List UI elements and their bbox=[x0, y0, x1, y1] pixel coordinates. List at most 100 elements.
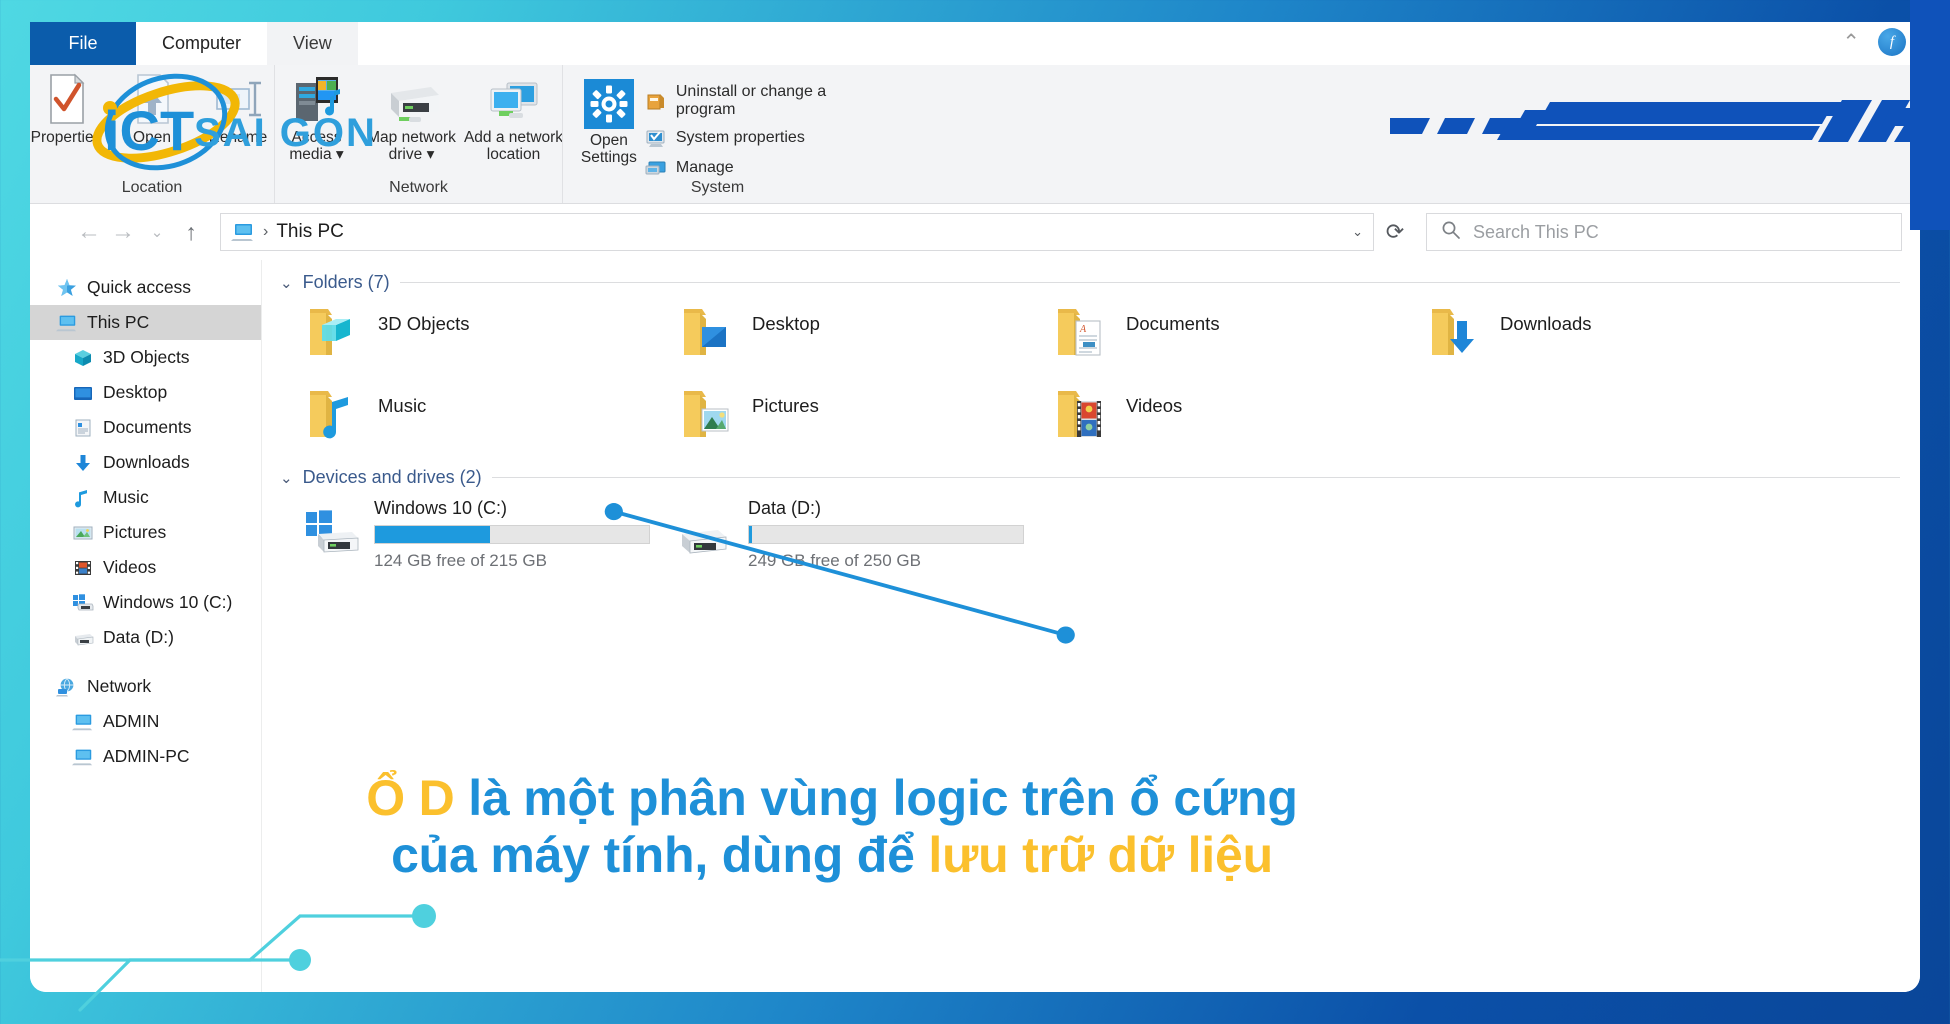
drive-item[interactable]: Data (D:) 249 GB free of 250 GB bbox=[654, 494, 1028, 571]
sidebar-item-3d-objects[interactable]: 3D Objects bbox=[30, 340, 261, 375]
folder-item[interactable]: Videos bbox=[1028, 381, 1402, 463]
ribbon: Properties Open Rename Location Access m… bbox=[30, 65, 1920, 204]
desktop-icon bbox=[72, 382, 94, 404]
sidebar-item-admin-pc[interactable]: ADMIN-PC bbox=[30, 739, 261, 774]
folders-group-title: Folders (7) bbox=[302, 272, 390, 292]
search-box[interactable]: Search This PC bbox=[1426, 213, 1902, 251]
ribbon-filler bbox=[872, 65, 1920, 203]
add-network-location-button[interactable]: Add a network location bbox=[464, 73, 564, 164]
sidebar-item-data-d[interactable]: Data (D:) bbox=[30, 620, 261, 655]
windows-drive-icon bbox=[304, 508, 360, 558]
capacity-bar bbox=[748, 525, 1024, 544]
folder-name: Documents bbox=[1126, 313, 1220, 334]
caption-text: Ổ D là một phân vùng logic trên ổ cứng c… bbox=[30, 770, 1652, 884]
chevron-down-icon[interactable]: ⌄ bbox=[280, 469, 293, 487]
collapse-ribbon-icon[interactable]: ⌃ bbox=[1842, 32, 1860, 53]
properties-icon bbox=[43, 73, 89, 125]
add-network-location-icon bbox=[483, 73, 545, 125]
ribbon-group-label-network: Network bbox=[389, 179, 448, 196]
up-button[interactable]: ↑ bbox=[174, 219, 208, 246]
map-network-drive-button[interactable]: Map network drive ▾ bbox=[362, 73, 462, 164]
ribbon-group-location: Properties Open Rename Location bbox=[30, 65, 274, 203]
rename-icon bbox=[211, 73, 265, 125]
uninstall-program-item[interactable]: Uninstall or change a program bbox=[645, 83, 864, 119]
folders-grid: 3D Objects Desktop A Documents Downloads… bbox=[280, 299, 1920, 463]
computer-icon bbox=[72, 711, 94, 733]
access-media-icon bbox=[290, 73, 344, 125]
folder-item[interactable]: 3D Objects bbox=[280, 299, 654, 381]
folder-name: Music bbox=[378, 395, 427, 416]
sidebar-item-this-pc[interactable]: This PC bbox=[30, 305, 261, 340]
sidebar-item-music[interactable]: Music bbox=[30, 480, 261, 515]
sidebar-item-network[interactable]: Network bbox=[30, 669, 261, 704]
sidebar-item-videos[interactable]: Videos bbox=[30, 550, 261, 585]
chevron-down-icon[interactable]: ⌄ bbox=[280, 274, 293, 292]
tab-file[interactable]: File bbox=[30, 22, 136, 65]
sidebar-item-pictures[interactable]: Pictures bbox=[30, 515, 261, 550]
ribbon-group-label-location: Location bbox=[121, 179, 183, 196]
folder-item[interactable]: Pictures bbox=[654, 381, 1028, 463]
open-button[interactable]: Open bbox=[109, 73, 195, 146]
drive-name: Data (D:) bbox=[748, 498, 822, 518]
system-properties-label: System properties bbox=[675, 129, 805, 146]
folder-3d-objects-icon bbox=[304, 299, 362, 361]
folder-name: Videos bbox=[1126, 395, 1183, 416]
drives-group-title: Devices and drives (2) bbox=[302, 467, 482, 487]
sidebar-label: Videos bbox=[103, 557, 157, 577]
sidebar-label: ADMIN-PC bbox=[103, 746, 190, 766]
folder-name: 3D Objects bbox=[378, 313, 470, 334]
add-network-location-label: Add a network location bbox=[463, 129, 564, 164]
ribbon-group-system: Open Settings Uninstall or change a prog… bbox=[562, 65, 872, 203]
downloads-icon bbox=[72, 452, 94, 474]
open-settings-label: Open Settings bbox=[580, 132, 637, 167]
sidebar-item-documents[interactable]: Documents bbox=[30, 410, 261, 445]
drive-item[interactable]: Windows 10 (C:) 124 GB free of 215 GB bbox=[280, 494, 654, 571]
drive-icon bbox=[72, 627, 94, 649]
folder-item[interactable]: A Documents bbox=[1028, 299, 1402, 381]
caption-highlight-1: Ổ D bbox=[366, 770, 455, 826]
search-icon bbox=[1441, 220, 1461, 245]
recent-locations-button[interactable]: ⌄ bbox=[140, 223, 174, 241]
drive-free-text: 124 GB free of 215 GB bbox=[374, 551, 547, 570]
manage-label: Manage bbox=[675, 159, 734, 176]
folder-item[interactable]: Music bbox=[280, 381, 654, 463]
folder-name: Pictures bbox=[752, 395, 819, 416]
drives-group-header[interactable]: ⌄ Devices and drives (2) bbox=[280, 467, 1920, 488]
search-input[interactable]: Search This PC bbox=[1473, 222, 1599, 243]
folders-group-header[interactable]: ⌄ Folders (7) bbox=[280, 272, 1920, 293]
chevron-down-icon[interactable]: ⌄ bbox=[1352, 224, 1363, 240]
sidebar-item-desktop[interactable]: Desktop bbox=[30, 375, 261, 410]
rename-button[interactable]: Rename bbox=[195, 73, 281, 146]
tab-computer[interactable]: Computer bbox=[136, 22, 268, 65]
folder-name: Downloads bbox=[1500, 313, 1592, 334]
capacity-bar-fill bbox=[375, 526, 491, 543]
sidebar-item-windows-10-c[interactable]: Windows 10 (C:) bbox=[30, 585, 261, 620]
computer-icon bbox=[72, 746, 94, 768]
system-properties-item[interactable]: System properties bbox=[645, 127, 864, 149]
access-media-button[interactable]: Access media ▾ bbox=[274, 73, 360, 164]
sidebar-item-quick-access[interactable]: Quick access bbox=[30, 270, 261, 305]
open-label: Open bbox=[133, 129, 171, 146]
help-icon[interactable]: f bbox=[1878, 28, 1906, 56]
capacity-bar bbox=[374, 525, 650, 544]
folder-item[interactable]: Desktop bbox=[654, 299, 1028, 381]
open-settings-button[interactable]: Open Settings bbox=[575, 73, 643, 167]
caption-highlight-2: lưu trữ dữ liệu bbox=[928, 827, 1273, 883]
breadcrumb-bar[interactable]: › This PC ⌄ bbox=[220, 213, 1374, 251]
uninstall-program-icon bbox=[645, 90, 667, 112]
forward-button[interactable]: → bbox=[106, 218, 140, 246]
refresh-button[interactable]: ⟳ bbox=[1374, 219, 1416, 245]
folder-documents-icon: A bbox=[1052, 299, 1110, 361]
manage-item[interactable]: Manage bbox=[645, 157, 864, 179]
breadcrumb-this-pc[interactable]: This PC bbox=[276, 221, 344, 243]
tab-view[interactable]: View bbox=[267, 22, 358, 65]
capacity-bar-fill bbox=[749, 526, 752, 543]
sidebar-item-admin[interactable]: ADMIN bbox=[30, 704, 261, 739]
back-button[interactable]: ← bbox=[72, 218, 106, 246]
sidebar-item-downloads[interactable]: Downloads bbox=[30, 445, 261, 480]
properties-button[interactable]: Properties bbox=[30, 73, 109, 146]
folder-videos-icon bbox=[1052, 381, 1110, 443]
folder-item[interactable]: Downloads bbox=[1402, 299, 1776, 381]
folder-pictures-icon bbox=[678, 381, 736, 443]
